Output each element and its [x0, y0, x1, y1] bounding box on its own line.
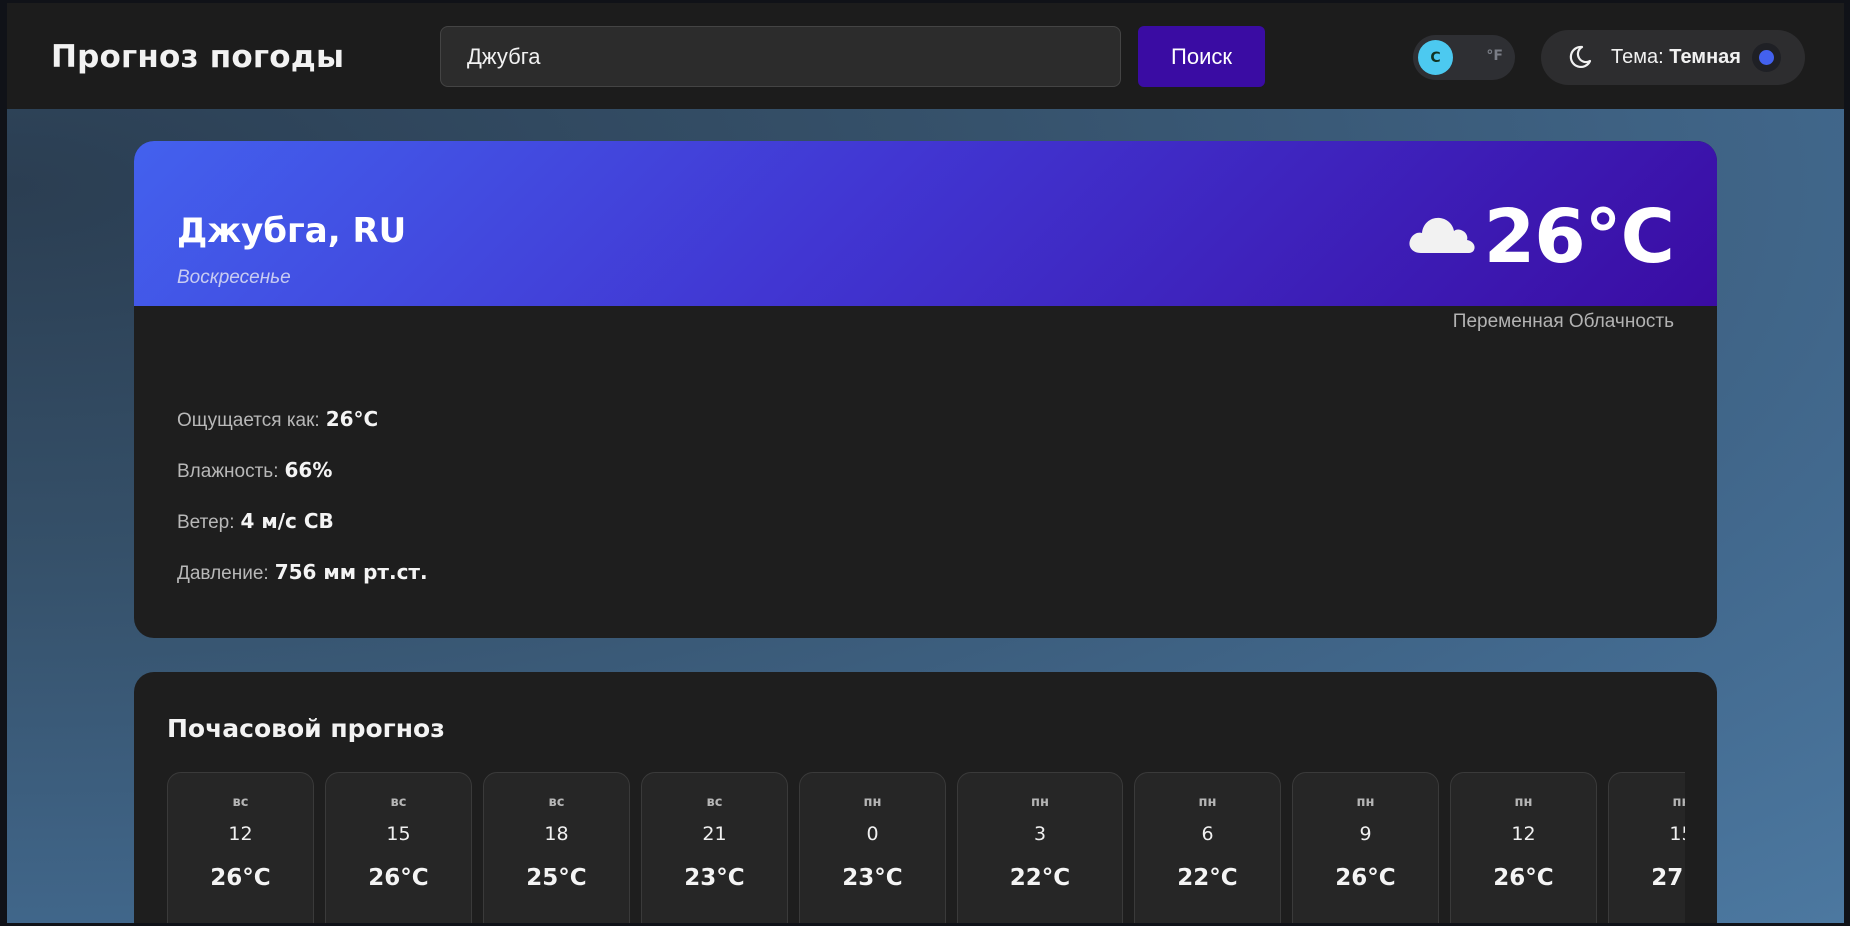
- hourly-temp: 23°C: [842, 865, 903, 891]
- hourly-item: пн 3 22°C: [957, 772, 1123, 923]
- hourly-hour: 15: [386, 823, 411, 845]
- weather-condition: Переменная Облачность: [1452, 311, 1674, 332]
- hourly-hour: 9: [1359, 823, 1372, 845]
- hourly-item: вс 18 25°C: [483, 772, 630, 923]
- hourly-hour: 6: [1201, 823, 1214, 845]
- hourly-temp: 22°C: [1009, 865, 1071, 891]
- hourly-day: вс: [706, 795, 723, 810]
- current-weather-header: Джубга, RU Воскресенье 26°C: [134, 141, 1717, 306]
- detail-value: 26°C: [325, 407, 379, 431]
- theme-toggle[interactable]: Тема: Темная: [1541, 30, 1805, 85]
- hourly-temp: 27°C: [1651, 865, 1685, 891]
- moon-icon: [1569, 45, 1592, 68]
- hourly-item: пн 0 23°C: [799, 772, 946, 923]
- hourly-item: пн 15 27°C: [1608, 772, 1685, 923]
- hourly-temp: 26°C: [1335, 865, 1396, 891]
- hourly-hour: 18: [544, 823, 569, 845]
- hourly-day: вс: [232, 795, 249, 810]
- hourly-temp: 26°C: [210, 865, 271, 891]
- hourly-temp: 22°C: [1177, 865, 1238, 891]
- hourly-temp: 25°C: [526, 865, 587, 891]
- hourly-day: пн: [863, 795, 882, 810]
- unit-fahrenheit-label: °F: [1486, 48, 1503, 64]
- detail-label: Ветер:: [177, 512, 235, 533]
- hourly-temp: 23°C: [684, 865, 745, 891]
- city-search-input[interactable]: [440, 26, 1121, 87]
- hourly-item: вс 15 26°C: [325, 772, 472, 923]
- app-window: Прогноз погоды Поиск C °F Тема: Темная Д…: [0, 0, 1850, 926]
- hourly-hour: 12: [228, 823, 253, 845]
- day-name: Воскресенье: [177, 267, 291, 288]
- hourly-hour: 0: [866, 823, 879, 845]
- hourly-hour: 15: [1669, 823, 1685, 845]
- detail-value: 66%: [284, 458, 333, 482]
- hourly-item: вс 12 26°C: [167, 772, 314, 923]
- hourly-hour: 21: [702, 823, 727, 845]
- hourly-day: пн: [1672, 795, 1685, 810]
- theme-label-prefix: Тема:: [1611, 46, 1664, 68]
- theme-label-value: Темная: [1669, 46, 1741, 68]
- theme-label: Тема: Темная: [1611, 46, 1741, 69]
- cloud-icon: [1409, 217, 1475, 253]
- app-title: Прогноз погоды: [51, 39, 345, 75]
- unit-celsius-knob: C: [1418, 40, 1453, 75]
- hourly-forecast-card: Почасовой прогноз вс 12 26°C вс 15 26°C …: [134, 672, 1717, 923]
- hourly-forecast-scroller[interactable]: вс 12 26°C вс 15 26°C вс 18 25°C вс 21 2…: [167, 772, 1685, 923]
- top-header: Прогноз погоды Поиск C °F Тема: Темная: [7, 3, 1844, 109]
- theme-switch-dot[interactable]: [1752, 43, 1781, 72]
- hourly-day: вс: [548, 795, 565, 810]
- detail-pressure: Давление: 756 мм рт.ст.: [177, 560, 428, 611]
- hourly-day: пн: [1356, 795, 1375, 810]
- detail-label: Ощущается как:: [177, 410, 320, 431]
- detail-value: 756 мм рт.ст.: [274, 560, 428, 584]
- detail-feels-like: Ощущается как: 26°C: [177, 407, 428, 458]
- detail-humidity: Влажность: 66%: [177, 458, 428, 509]
- unit-toggle[interactable]: C °F: [1413, 35, 1515, 80]
- hourly-day: пн: [1198, 795, 1217, 810]
- hourly-item: пн 9 26°C: [1292, 772, 1439, 923]
- hourly-hour: 3: [1033, 823, 1047, 845]
- hourly-temp: 26°C: [1493, 865, 1554, 891]
- hourly-item: вс 21 23°C: [641, 772, 788, 923]
- current-weather-card: Джубга, RU Воскресенье 26°C Переменная О…: [134, 141, 1717, 638]
- hourly-day: пн: [1031, 795, 1049, 810]
- hourly-forecast-title: Почасовой прогноз: [167, 714, 445, 743]
- hourly-hour: 12: [1511, 823, 1536, 845]
- hourly-day: пн: [1514, 795, 1533, 810]
- detail-value: 4 м/с СВ: [240, 509, 334, 533]
- hourly-item: пн 12 26°C: [1450, 772, 1597, 923]
- city-name: Джубга, RU: [177, 211, 407, 251]
- detail-wind: Ветер: 4 м/с СВ: [177, 509, 428, 560]
- hourly-item: пн 6 22°C: [1134, 772, 1281, 923]
- detail-label: Влажность:: [177, 461, 279, 482]
- hourly-day: вс: [390, 795, 407, 810]
- current-temperature: 26°C: [1483, 194, 1675, 280]
- detail-label: Давление:: [177, 563, 269, 584]
- hourly-temp: 26°C: [368, 865, 429, 891]
- search-button[interactable]: Поиск: [1138, 26, 1265, 87]
- weather-details: Ощущается как: 26°C Влажность: 66% Ветер…: [177, 407, 428, 611]
